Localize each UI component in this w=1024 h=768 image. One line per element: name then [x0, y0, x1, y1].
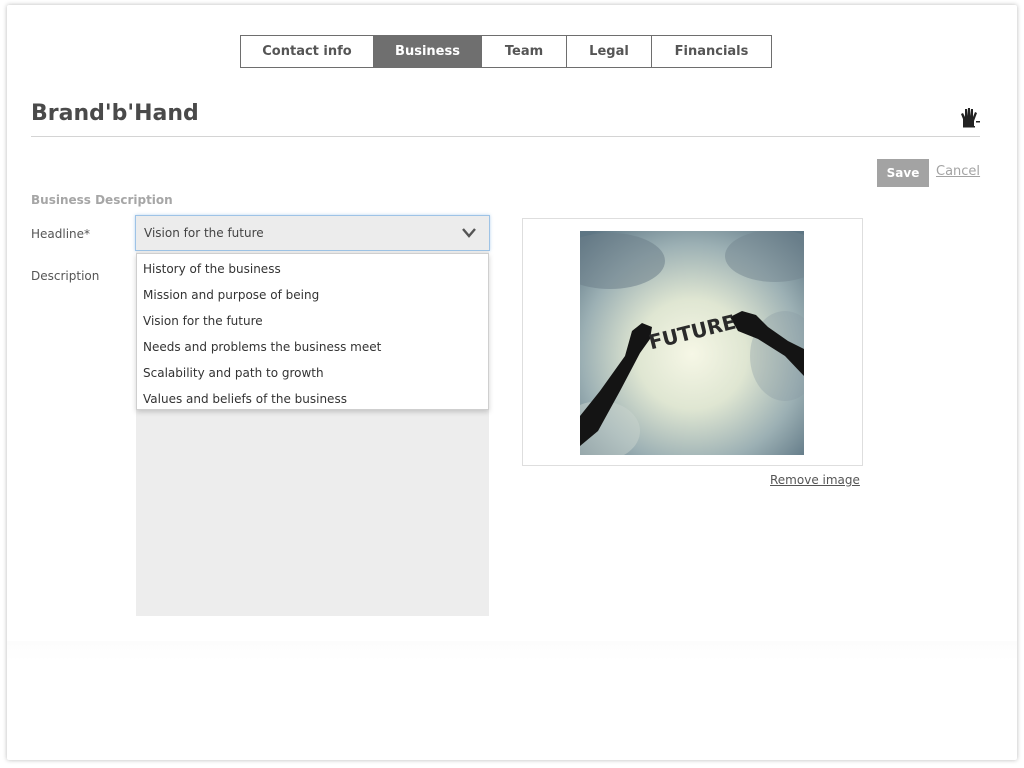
tab-legal[interactable]: Legal [567, 36, 652, 67]
save-button[interactable]: Save [877, 159, 929, 187]
chevron-down-icon [462, 228, 476, 238]
headline-select[interactable]: Vision for the future [135, 215, 490, 251]
bottom-band [7, 641, 1017, 661]
headline-label: Headline* [31, 227, 91, 241]
dropdown-option[interactable]: History of the business [137, 256, 488, 282]
tab-financials[interactable]: Financials [652, 36, 771, 67]
remove-image-link[interactable]: Remove image [770, 473, 860, 487]
main-card: Contact info Business Team Legal Financi… [7, 5, 1017, 760]
future-photo: FUTURE [580, 231, 804, 455]
dropdown-option[interactable]: Values and beliefs of the business [137, 386, 488, 412]
section-label: Business Description [31, 193, 173, 207]
hand-icon [961, 108, 980, 128]
title-divider [31, 136, 980, 137]
dropdown-option[interactable]: Mission and purpose of being [137, 282, 488, 308]
tab-bar: Contact info Business Team Legal Financi… [240, 35, 772, 68]
tab-team[interactable]: Team [482, 36, 567, 67]
tab-business[interactable]: Business [374, 36, 482, 67]
headline-dropdown-menu: History of the business Mission and purp… [136, 253, 489, 410]
headline-selected-value: Vision for the future [144, 226, 264, 240]
description-label: Description [31, 269, 100, 283]
tab-contact-info[interactable]: Contact info [241, 36, 374, 67]
dropdown-option[interactable]: Scalability and path to growth [137, 360, 488, 386]
dropdown-option[interactable]: Needs and problems the business meet [137, 334, 488, 360]
page-title: Brand'b'Hand [31, 101, 199, 126]
dropdown-option[interactable]: Vision for the future [137, 308, 488, 334]
cancel-link[interactable]: Cancel [936, 164, 980, 179]
image-frame: FUTURE [522, 218, 863, 466]
